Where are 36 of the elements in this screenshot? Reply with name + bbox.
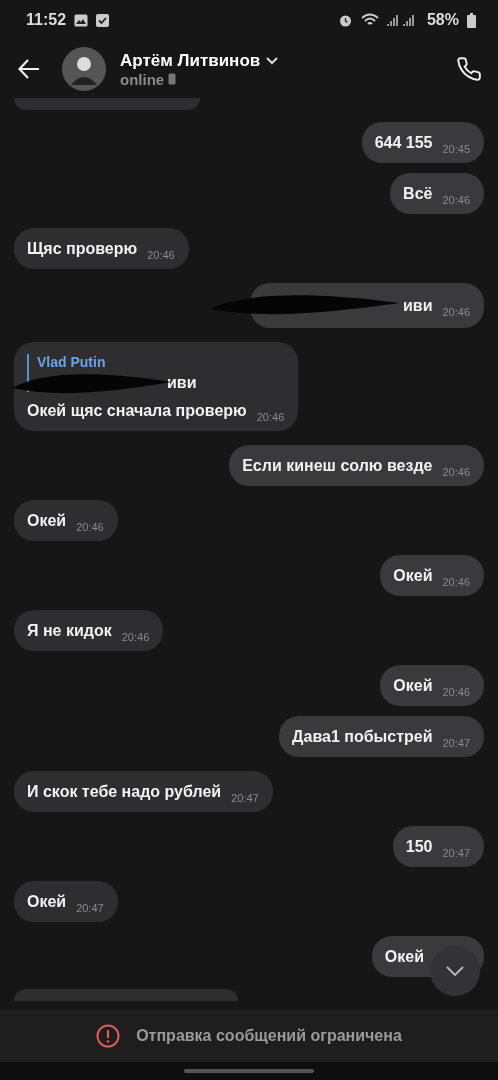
message-text: 150	[405, 838, 433, 856]
message-time: 20:46	[442, 686, 470, 698]
message-text: Если кинеш солю везде	[242, 457, 433, 475]
message-text: 644 155	[374, 134, 433, 152]
message-text: Я не кидок	[27, 622, 112, 640]
online-status: online	[120, 70, 165, 88]
message-text: Окей	[27, 512, 67, 530]
message-time: 20:46	[442, 306, 470, 318]
message-text: Окей	[384, 948, 424, 966]
message-time: 20:45	[442, 143, 470, 155]
message-text: Окей	[393, 677, 433, 695]
message-time: 20:46	[76, 521, 104, 533]
reply-text: иви	[166, 374, 198, 392]
message-time: 20:46	[121, 631, 150, 643]
message-text: И скок тебе надо рублей	[27, 783, 222, 801]
contact-name[interactable]: Артём Литвинов	[120, 50, 261, 71]
message-text: Окей щяс сначала проверю	[27, 402, 247, 420]
battery-percent: 58%	[426, 11, 459, 29]
message-time: 20:46	[256, 411, 285, 423]
reply-author: Vlad Putin	[37, 354, 107, 370]
message-time: 20:46	[442, 466, 470, 478]
message-text: Окей	[27, 893, 67, 911]
message-text: Всё	[403, 185, 433, 203]
message-time: 20:47	[76, 902, 104, 914]
message-time: 20:47	[231, 792, 259, 804]
message-time: 20:46	[442, 194, 470, 206]
message-text: иви	[401, 297, 433, 315]
message-text: Дава1 побыстрей	[292, 728, 433, 746]
restriction-notice: Отправка сообщений ограничена	[136, 1027, 402, 1045]
message-time: 20:46	[442, 576, 470, 588]
message-time: 20:46	[147, 249, 175, 261]
message-text: Окей	[393, 567, 433, 585]
message-time: 20:47	[442, 847, 470, 859]
message-time: 20:47	[442, 737, 470, 749]
message-text: Щяс проверю	[27, 240, 138, 258]
clock: 11:52	[26, 11, 67, 29]
